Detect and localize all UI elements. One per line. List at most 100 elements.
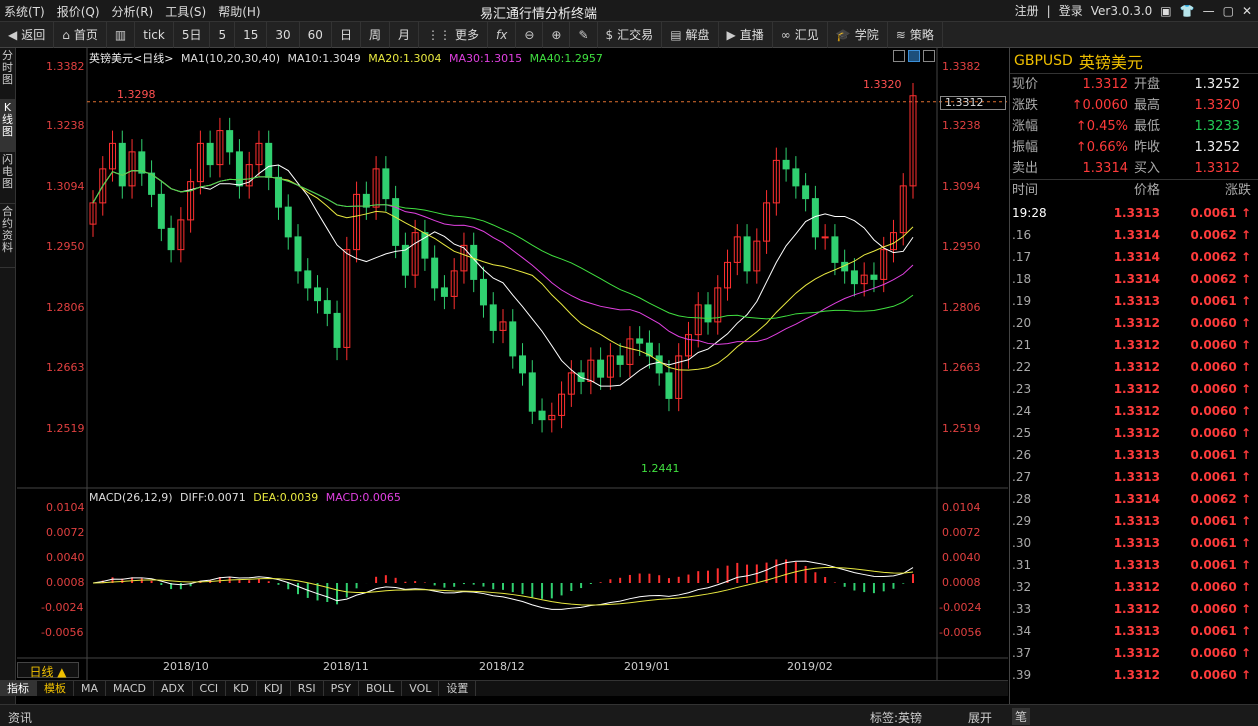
period-selector[interactable]: 日线 ▲ xyxy=(17,662,79,679)
period-15min[interactable]: 15 xyxy=(235,21,268,48)
academy-button[interactable]: 🎓 学院 xyxy=(828,21,888,48)
tick-price: 1.3313 xyxy=(1113,514,1160,528)
period-month[interactable]: 月 xyxy=(390,21,419,48)
tick-button[interactable]: tick xyxy=(135,21,174,48)
tab-timeshare[interactable]: 分时图 xyxy=(0,48,15,100)
chart-svg[interactable] xyxy=(17,48,1008,680)
tab-kdj[interactable]: KDJ xyxy=(257,681,291,696)
news-label[interactable]: 资讯 xyxy=(8,709,32,726)
tab-macd[interactable]: MACD xyxy=(106,681,154,696)
tick-price: 1.3312 xyxy=(1113,426,1160,440)
tick-row: .27 1.3313 0.0061 ↑ xyxy=(1010,466,1258,488)
tab-settings[interactable]: 设置 xyxy=(439,681,477,696)
tab-adx[interactable]: ADX xyxy=(154,681,193,696)
price-tick-left: 1.3094 xyxy=(46,180,85,193)
ma-params: MA1(10,20,30,40) xyxy=(180,52,281,65)
macd-tick-left: 0.0104 xyxy=(46,501,85,514)
candle-type-button[interactable]: ▥ xyxy=(107,21,136,48)
tick-time: .33 xyxy=(1012,602,1032,616)
menu-help[interactable]: 帮助(H) xyxy=(218,3,260,20)
zoom-in-button[interactable]: ⊕ xyxy=(543,21,571,48)
menu-analysis[interactable]: 分析(R) xyxy=(112,3,154,20)
candle-body xyxy=(362,193,370,208)
tab-boll[interactable]: BOLL xyxy=(359,681,403,696)
chart-area[interactable]: 英镑美元<日线> MA1(10,20,30,40) MA10:1.3049 MA… xyxy=(17,48,1008,680)
maximize-icon[interactable]: ▢ xyxy=(1223,4,1234,18)
tick-price: 1.3312 xyxy=(1113,404,1160,418)
tick-time: .30 xyxy=(1012,536,1032,550)
login-link[interactable]: 登录 xyxy=(1059,2,1083,19)
period-day[interactable]: 日 xyxy=(332,21,361,48)
expand-button[interactable]: 展开 xyxy=(968,709,992,726)
app-title: 易汇通行情分析终端 xyxy=(480,7,598,22)
price-tick-left: 1.3382 xyxy=(46,60,85,73)
tick-time: .37 xyxy=(1012,646,1032,660)
tick-time: .29 xyxy=(1012,514,1032,528)
tick-price: 1.3312 xyxy=(1113,646,1160,660)
live-button[interactable]: ▶ 直播 xyxy=(719,21,773,48)
macd-params: MACD(26,12,9) xyxy=(89,491,173,504)
tab-psy[interactable]: PSY xyxy=(324,681,359,696)
back-button[interactable]: ◀ 返回 xyxy=(0,21,55,48)
tab-template[interactable]: 模板 xyxy=(37,681,74,696)
views-button[interactable]: ∞ 汇见 xyxy=(773,21,828,48)
close-icon[interactable]: ✕ xyxy=(1242,4,1252,18)
formula-button[interactable]: fx xyxy=(488,21,517,48)
label-change: 涨跌 xyxy=(1012,98,1039,113)
tick-change: 0.0060 ↑ xyxy=(1190,338,1251,352)
tick-price: 1.3312 xyxy=(1113,668,1160,682)
tab-flash[interactable]: 闪电图 xyxy=(0,152,15,204)
tab-cci[interactable]: CCI xyxy=(193,681,227,696)
tick-change: 0.0062 ↑ xyxy=(1190,272,1251,286)
menu-tools[interactable]: 工具(S) xyxy=(165,3,206,20)
minimize-icon[interactable]: — xyxy=(1203,4,1215,18)
value-ask: 1.3314 xyxy=(1082,161,1129,176)
tick-rows: 19:28 1.3313 0.0061 ↑ .16 1.3314 0.0062 ↑ .17 1… xyxy=(1010,202,1258,686)
tab-indicator[interactable]: 指标 xyxy=(0,681,37,696)
value-high: 1.3320 xyxy=(1194,98,1241,113)
tab-kline[interactable]: K线图 xyxy=(0,100,15,152)
tick-col-price: 价格 xyxy=(1133,183,1160,198)
x-tick: 2019/01 xyxy=(624,660,670,673)
layout-icon[interactable] xyxy=(893,50,905,62)
price-tick-left: 1.2950 xyxy=(46,240,85,253)
tick-col-change: 涨跌 xyxy=(1224,183,1251,198)
play-icon[interactable] xyxy=(908,50,920,62)
tab-kd[interactable]: KD xyxy=(226,681,257,696)
draw-button[interactable]: ✎ xyxy=(570,21,598,48)
tick-price: 1.3313 xyxy=(1113,206,1160,220)
candlestick-icon: ▥ xyxy=(114,27,127,42)
strategy-button[interactable]: ≋ 策略 xyxy=(888,21,943,48)
more-button[interactable]: ⋮⋮ 更多 xyxy=(419,21,489,48)
home-button[interactable]: ⌂ 首页 xyxy=(54,21,107,48)
macd-tick-right: 0.0104 xyxy=(942,501,981,514)
tick-time: .22 xyxy=(1012,360,1032,374)
expand-icon[interactable] xyxy=(923,50,935,62)
chart-tools xyxy=(893,50,935,62)
tab-ma[interactable]: MA xyxy=(74,681,107,696)
period-5min[interactable]: 5 xyxy=(210,21,236,48)
menu-quote[interactable]: 报价(Q) xyxy=(57,3,100,20)
period-30min[interactable]: 30 xyxy=(267,21,300,48)
period-week[interactable]: 周 xyxy=(361,21,390,48)
theme-icon[interactable]: ▣ xyxy=(1160,4,1171,18)
register-link[interactable]: 注册 xyxy=(1015,2,1039,19)
shirt-icon[interactable]: 👕 xyxy=(1180,4,1195,18)
symbol-name: 英镑美元 xyxy=(1078,52,1143,72)
tab-contract[interactable]: 合约资料 xyxy=(0,204,15,268)
macd-value: MACD:0.0065 xyxy=(325,491,401,504)
zoom-out-button[interactable]: ⊖ xyxy=(516,21,544,48)
tab-vol[interactable]: VOL xyxy=(402,681,440,696)
pen-icon[interactable]: 笔 xyxy=(1012,708,1031,725)
tick-change: 0.0061 ↑ xyxy=(1190,448,1251,462)
trade-button[interactable]: $ 汇交易 xyxy=(598,21,663,48)
tab-rsi[interactable]: RSI xyxy=(291,681,324,696)
analysis-button[interactable]: ▤ 解盘 xyxy=(662,21,719,48)
diff-value: DIFF:0.0071 xyxy=(180,491,246,504)
candle-body xyxy=(323,300,331,314)
menu-system[interactable]: 系统(T) xyxy=(4,3,45,20)
period-5day[interactable]: 5日 xyxy=(174,21,211,48)
period-60min[interactable]: 60 xyxy=(300,21,332,48)
price-tick-left: 1.2519 xyxy=(46,422,85,435)
candle-body xyxy=(265,142,273,178)
